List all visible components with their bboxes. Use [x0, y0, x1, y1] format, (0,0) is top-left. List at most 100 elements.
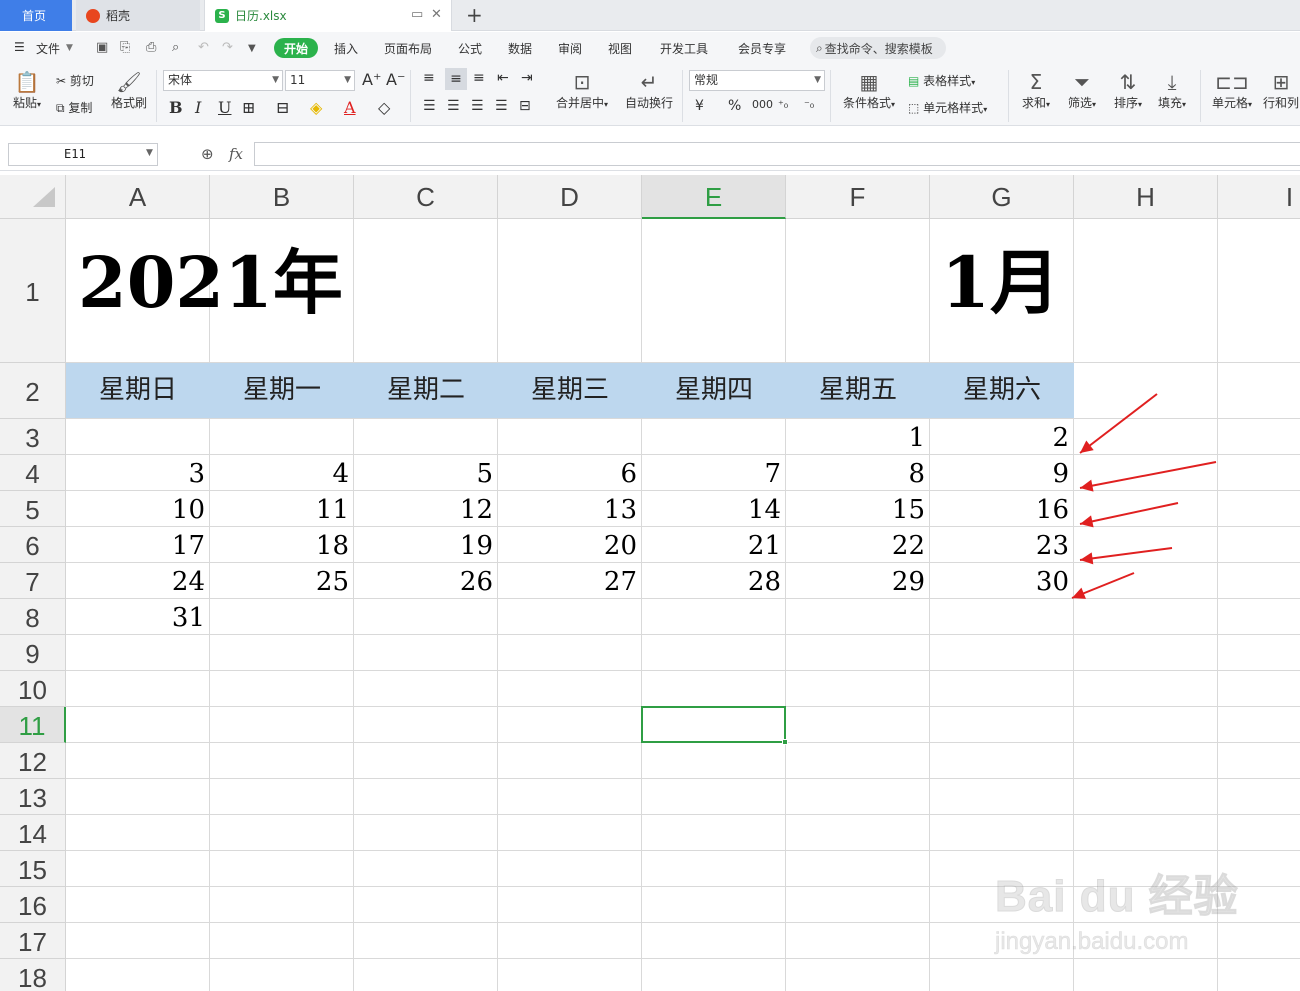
clipboard-icon: 📋: [14, 70, 40, 94]
cut-button[interactable]: ✂ 剪切: [56, 72, 94, 89]
sum-button[interactable]: Σ 求和▾: [1016, 70, 1056, 111]
sort-button[interactable]: ⇅ 排序▾: [1108, 70, 1148, 111]
formula-input[interactable]: [254, 142, 1300, 166]
menu-review[interactable]: 审阅: [558, 40, 582, 57]
distributed-align-icon[interactable]: ⊟: [519, 98, 531, 114]
filter-button[interactable]: ⏷ 筛选▾: [1062, 70, 1102, 111]
watermark-brand: Bai du 经验: [995, 872, 1239, 922]
align-left-icon[interactable]: ☰: [423, 98, 436, 114]
tab-file-calendar[interactable]: S 日历.xlsx ▭ ✕: [204, 0, 452, 31]
red-arrow-annotation: [1079, 547, 1173, 565]
zoom-magnifier-icon[interactable]: ⊕: [201, 145, 214, 163]
new-tab-plus-icon[interactable]: +: [466, 3, 483, 27]
save-icon[interactable]: ▣: [96, 40, 108, 55]
red-arrow-annotation: [1079, 461, 1217, 492]
quick-access-more-icon[interactable]: ▼: [248, 43, 256, 54]
ribbon-separator: [156, 70, 157, 122]
fill-button[interactable]: ⤓ 填充▾: [1152, 70, 1192, 111]
minimize-tab-icon[interactable]: ▭: [411, 7, 423, 22]
export-icon[interactable]: ⎘: [120, 40, 130, 55]
cell-fill-pattern-icon[interactable]: ⊟: [276, 98, 289, 117]
print-preview-icon[interactable]: ⌕: [172, 40, 179, 55]
command-search-input[interactable]: ⌕ 查找命令、搜索模板: [810, 37, 946, 59]
window-tab-bar: 首页 稻壳 S 日历.xlsx ▭ ✕ +: [0, 0, 1300, 31]
tab-file-label: 日历.xlsx: [235, 9, 287, 23]
insert-function-icon[interactable]: fx: [229, 145, 243, 163]
menu-start[interactable]: 开始: [274, 38, 318, 58]
font-name-select[interactable]: 宋体 ▼: [163, 70, 283, 91]
paste-label: 粘贴: [12, 96, 37, 110]
decrease-font-icon[interactable]: A⁻: [386, 70, 405, 89]
wrap-text-icon: ↵: [640, 70, 658, 94]
italic-icon[interactable]: I: [195, 98, 201, 117]
redo-icon[interactable]: ↷: [222, 40, 233, 55]
increase-font-icon[interactable]: A⁺: [362, 70, 381, 89]
menu-page-layout[interactable]: 页面布局: [384, 40, 432, 57]
font-name-value: 宋体: [168, 73, 193, 87]
tab-home[interactable]: 首页: [0, 0, 72, 31]
align-middle-icon[interactable]: ≡: [445, 68, 467, 90]
hamburger-icon[interactable]: ☰: [14, 40, 25, 54]
menu-insert[interactable]: 插入: [334, 40, 358, 57]
print-icon[interactable]: ⎙: [146, 40, 156, 55]
daoke-logo-icon: [86, 8, 100, 23]
number-format-select[interactable]: 常规 ▼: [689, 70, 825, 91]
align-bottom-icon[interactable]: ≡: [473, 70, 485, 86]
clear-format-eraser-icon[interactable]: ◇: [378, 98, 390, 117]
fill-down-icon: ⤓: [1167, 70, 1177, 94]
cell-style-label: 单元格样式: [923, 101, 984, 115]
currency-icon[interactable]: ¥: [695, 98, 704, 114]
increase-decimal-icon[interactable]: ⁺₀: [778, 98, 788, 111]
fill-color-icon[interactable]: ◈: [310, 98, 322, 117]
tab-daoke[interactable]: 稻壳: [76, 0, 200, 31]
borders-icon[interactable]: ⊞: [242, 98, 255, 117]
fill-label: 填充: [1157, 96, 1182, 110]
copy-button[interactable]: ⧉ 复制: [56, 99, 92, 116]
wrap-text-button[interactable]: ↵ 自动换行: [622, 70, 676, 111]
filter-label: 筛选: [1067, 96, 1092, 110]
conditional-format-button[interactable]: ▦ 条件格式▾: [838, 70, 900, 111]
close-tab-icon[interactable]: ✕: [431, 7, 442, 22]
red-arrow-annotation: [1071, 572, 1135, 599]
ribbon-separator: [410, 70, 411, 122]
bold-icon[interactable]: B: [169, 98, 183, 117]
name-box-chevron-icon[interactable]: ▼: [146, 148, 153, 158]
red-arrow-annotation: [1079, 393, 1158, 454]
spreadsheet-grid[interactable]: ABCDEFGHI 1 2 3 4 5 6 7 8 9 10 11 12 13 14 15 16 17 18 20…: [0, 175, 1300, 991]
indent-decrease-icon[interactable]: ⇤: [497, 70, 509, 86]
align-right-icon[interactable]: ☰: [471, 98, 484, 114]
menu-developer[interactable]: 开发工具: [660, 40, 708, 57]
watermark-url: jingyan.baidu.com: [995, 928, 1189, 956]
font-size-select[interactable]: 11 ▼: [285, 70, 355, 91]
paste-button[interactable]: 📋 粘贴▾: [10, 70, 44, 111]
thousands-separator-icon[interactable]: 000: [752, 98, 773, 111]
menu-member[interactable]: 会员专享: [738, 40, 786, 57]
ribbon-separator: [682, 70, 683, 122]
row-column-button[interactable]: ⊞ 行和列: [1262, 70, 1300, 111]
align-top-icon[interactable]: ≡: [423, 70, 435, 86]
merge-center-button[interactable]: ⊡ 合并居中▾: [552, 70, 612, 111]
cell-button[interactable]: ⊏⊐ 单元格▾: [1207, 70, 1257, 111]
format-painter-button[interactable]: 🖌 格式刷: [108, 70, 150, 111]
copy-icon: ⧉: [56, 101, 65, 115]
file-menu-chevron-icon[interactable]: ▼: [66, 43, 73, 53]
menu-formula[interactable]: 公式: [458, 40, 482, 57]
undo-icon[interactable]: ↶: [198, 40, 209, 55]
align-center-icon[interactable]: ☰: [447, 98, 460, 114]
justify-icon[interactable]: ☰: [495, 98, 508, 114]
decrease-decimal-icon[interactable]: ⁻₀: [804, 98, 814, 111]
copy-label: 复制: [68, 101, 93, 115]
menu-data[interactable]: 数据: [508, 40, 532, 57]
brush-icon: 🖌: [116, 70, 142, 94]
formula-bar: E11 ▼ ⊕ fx: [0, 139, 1300, 171]
underline-icon[interactable]: U: [218, 98, 231, 117]
percent-icon[interactable]: %: [728, 98, 741, 114]
funnel-icon: ⏷: [1074, 70, 1090, 94]
menu-view[interactable]: 视图: [608, 40, 632, 57]
name-box[interactable]: E11: [8, 143, 158, 166]
menu-file[interactable]: 文件: [36, 40, 60, 57]
table-style-button[interactable]: ▤ 表格样式▾: [908, 72, 975, 89]
cell-style-button[interactable]: ⬚ 单元格样式▾: [908, 99, 987, 116]
indent-increase-icon[interactable]: ⇥: [521, 70, 533, 86]
font-color-icon[interactable]: A: [344, 98, 356, 117]
